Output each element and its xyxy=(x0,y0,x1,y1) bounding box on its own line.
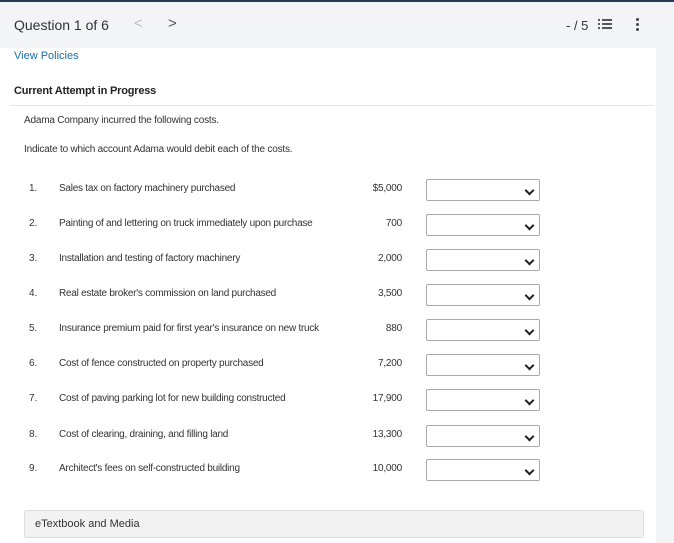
row-description: Painting of and lettering on truck immed… xyxy=(59,218,313,229)
attempt-heading: Current Attempt in Progress xyxy=(14,85,157,97)
row-number: 7. xyxy=(29,393,38,404)
more-vertical-icon[interactable] xyxy=(636,18,640,33)
chevron-down-icon xyxy=(524,255,535,266)
account-select[interactable] xyxy=(426,389,540,411)
etextbook-media-panel[interactable]: eTextbook and Media xyxy=(24,510,644,538)
question-intro: Adama Company incurred the following cos… xyxy=(24,115,219,126)
row-number: 4. xyxy=(29,288,38,299)
row-description: Real estate broker's commission on land … xyxy=(59,288,276,299)
view-policies-link[interactable]: View Policies xyxy=(14,50,79,62)
row-amount: 17,900 xyxy=(372,393,403,404)
chevron-down-icon xyxy=(524,220,535,231)
score-display: - / 5 xyxy=(566,18,589,33)
row-number: 3. xyxy=(29,253,38,264)
account-select[interactable] xyxy=(426,249,540,271)
cost-row: 6. Cost of fence constructed on property… xyxy=(0,354,656,378)
chevron-down-icon xyxy=(524,325,535,336)
cost-row: 5. Insurance premium paid for first year… xyxy=(0,319,656,343)
chevron-down-icon xyxy=(524,395,535,406)
etextbook-label: eTextbook and Media xyxy=(35,518,140,530)
account-select[interactable] xyxy=(426,284,540,306)
chevron-down-icon xyxy=(524,185,535,196)
row-amount: 13,300 xyxy=(372,429,403,440)
cost-row: 9. Architect's fees on self-constructed … xyxy=(0,459,656,483)
row-number: 8. xyxy=(29,429,38,440)
account-select[interactable] xyxy=(426,459,540,481)
row-description: Architect's fees on self-constructed bui… xyxy=(59,463,240,474)
cost-row: 7. Cost of paving parking lot for new bu… xyxy=(0,389,656,413)
chevron-down-icon xyxy=(524,360,535,371)
divider xyxy=(10,105,654,106)
question-counter: Question 1 of 6 xyxy=(14,17,109,33)
chevron-down-icon xyxy=(524,290,535,301)
cost-row: 8. Cost of clearing, draining, and filli… xyxy=(0,425,656,449)
next-question-button[interactable]: > xyxy=(168,15,177,32)
question-panel: View Policies Current Attempt in Progres… xyxy=(0,48,656,543)
account-select[interactable] xyxy=(426,354,540,376)
chevron-down-icon xyxy=(524,431,535,442)
top-bar: Question 1 of 6 < > - / 5 xyxy=(0,0,674,48)
account-select[interactable] xyxy=(426,179,540,201)
cost-row: 1. Sales tax on factory machinery purcha… xyxy=(0,179,656,203)
row-amount: 3,500 xyxy=(377,288,402,299)
row-description: Cost of clearing, draining, and filling … xyxy=(59,429,229,440)
row-number: 1. xyxy=(29,183,38,194)
row-amount: $5,000 xyxy=(372,183,403,194)
row-number: 5. xyxy=(29,323,38,334)
row-amount: 2,000 xyxy=(377,253,402,264)
row-amount: 700 xyxy=(385,218,402,229)
row-amount: 880 xyxy=(385,323,402,334)
previous-question-button[interactable]: < xyxy=(134,15,143,32)
row-number: 6. xyxy=(29,358,38,369)
question-instruction: Indicate to which account Adama would de… xyxy=(24,144,293,155)
account-select[interactable] xyxy=(426,425,540,447)
cost-row: 3. Installation and testing of factory m… xyxy=(0,249,656,273)
cost-row: 4. Real estate broker's commission on la… xyxy=(0,284,656,308)
row-amount: 10,000 xyxy=(372,463,403,474)
row-number: 2. xyxy=(29,218,38,229)
account-select[interactable] xyxy=(426,319,540,341)
row-number: 9. xyxy=(29,463,38,474)
row-description: Insurance premium paid for first year's … xyxy=(59,323,319,334)
account-select[interactable] xyxy=(426,214,540,236)
row-description: Cost of paving parking lot for new build… xyxy=(59,393,286,404)
row-amount: 7,200 xyxy=(377,358,402,369)
row-description: Installation and testing of factory mach… xyxy=(59,253,241,264)
list-icon[interactable] xyxy=(598,19,612,31)
row-description: Sales tax on factory machinery purchased xyxy=(59,183,236,194)
chevron-down-icon xyxy=(524,465,535,476)
cost-row: 2. Painting of and lettering on truck im… xyxy=(0,214,656,238)
row-description: Cost of fence constructed on property pu… xyxy=(59,358,264,369)
